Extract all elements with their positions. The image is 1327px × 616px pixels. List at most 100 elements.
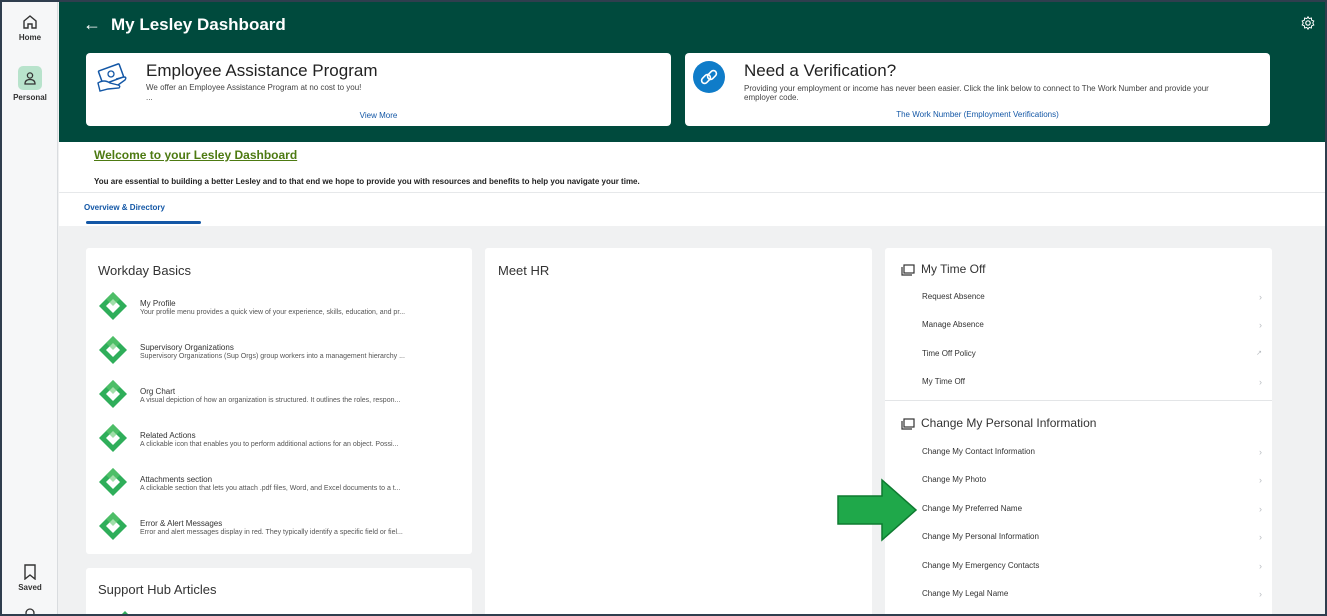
link-icon: [693, 61, 725, 93]
verification-card: Need a Verification? Providing your empl…: [685, 53, 1270, 126]
time-off-item[interactable]: My Time Off ›: [922, 368, 1262, 396]
active-tab-indicator: [86, 221, 201, 224]
workday-logo-icon: [99, 424, 127, 452]
person-icon: [18, 66, 42, 90]
page-title: My Lesley Dashboard: [111, 15, 286, 34]
personal-info-item-label: Change My Photo: [922, 475, 987, 484]
chevron-right-icon: ›: [1259, 447, 1262, 457]
section-divider: [885, 400, 1272, 401]
personal-info-item-preferred-name[interactable]: Change My Preferred Name ›: [922, 495, 1262, 523]
time-off-header: My Time Off: [901, 262, 985, 276]
basics-item-desc: Your profile menu provides a quick view …: [140, 309, 406, 316]
rail-saved[interactable]: Saved: [2, 564, 58, 592]
rail-home-label: Home: [18, 33, 42, 42]
workday-basics-panel: Workday Basics My Profile Your profile m…: [86, 248, 472, 554]
basics-item-desc: A clickable section that lets you attach…: [140, 485, 401, 492]
eap-card: Employee Assistance Program We offer an …: [86, 53, 671, 126]
personal-info-header: Change My Personal Information: [901, 416, 1096, 430]
personal-info-item-label: Change My Emergency Contacts: [922, 561, 1040, 570]
time-off-item[interactable]: Time Off Policy ↗: [922, 340, 1262, 368]
verification-text-2: employer code.: [744, 93, 799, 102]
workday-logo-icon: [99, 512, 127, 540]
chevron-right-icon: ›: [1259, 532, 1262, 542]
right-actions-panel: My Time Off Request Absence › Manage Abs…: [885, 248, 1272, 614]
workday-logo-icon: [99, 468, 127, 496]
gear-icon[interactable]: [1301, 16, 1315, 30]
basics-item-title: Org Chart: [140, 387, 176, 396]
basics-item-attachments[interactable]: Attachments section A clickable section …: [98, 467, 458, 503]
support-hub-panel: Support Hub Articles: [86, 568, 472, 614]
annotation-arrow: [837, 478, 918, 542]
time-off-item[interactable]: Request Absence ›: [922, 283, 1262, 311]
tab-overview-directory[interactable]: Overview & Directory: [84, 203, 165, 212]
back-arrow-icon[interactable]: ←: [83, 14, 101, 35]
rail-home[interactable]: Home: [2, 14, 58, 42]
workday-logo-icon: [99, 292, 127, 320]
worklet-icon: [901, 264, 915, 276]
tab-divider: [59, 192, 1325, 193]
eap-money-icon: [97, 63, 127, 92]
workday-logo-icon: [99, 336, 127, 364]
basics-item-desc: A visual depiction of how an organizatio…: [140, 397, 401, 404]
chevron-right-icon: ›: [1259, 561, 1262, 571]
basics-item-my-profile[interactable]: My Profile Your profile menu provides a …: [98, 291, 458, 327]
basics-item-org-chart[interactable]: Org Chart A visual depiction of how an o…: [98, 379, 458, 415]
personal-info-item-label: Change My Contact Information: [922, 447, 1035, 456]
home-icon: [23, 15, 37, 29]
time-off-item[interactable]: Manage Absence ›: [922, 311, 1262, 339]
personal-info-item[interactable]: Change My Photo ›: [922, 466, 1262, 494]
work-number-link[interactable]: The Work Number (Employment Verification…: [685, 110, 1270, 119]
welcome-text: You are essential to building a better L…: [94, 177, 640, 186]
time-off-item-label: My Time Off: [922, 377, 965, 386]
welcome-section: Welcome to your Lesley Dashboard You are…: [59, 142, 1325, 226]
time-off-item-label: Time Off Policy: [922, 349, 976, 358]
basics-item-related-actions[interactable]: Related Actions A clickable icon that en…: [98, 423, 458, 459]
personal-info-item[interactable]: Change My Emergency Contacts ›: [922, 552, 1262, 580]
personal-info-item[interactable]: Change My Legal Name ›: [922, 580, 1262, 608]
meet-hr-panel: Meet HR: [485, 248, 872, 614]
chevron-right-icon: ›: [1259, 320, 1262, 330]
chevron-right-icon: ›: [1259, 475, 1262, 485]
personal-info-item[interactable]: Change My Personal Information ›: [922, 523, 1262, 551]
basics-item-desc: Supervisory Organizations (Sup Orgs) gro…: [140, 353, 405, 360]
dashboard-header: ← My Lesley Dashboard Employee Assistanc…: [59, 2, 1325, 142]
personal-info-title: Change My Personal Information: [921, 416, 1097, 430]
rail-personal-label: Personal: [13, 93, 47, 102]
external-link-icon: ↗: [1256, 350, 1262, 357]
bookmark-icon: [24, 564, 36, 580]
rail-saved-label: Saved: [18, 583, 42, 592]
eap-view-more-link[interactable]: View More: [86, 111, 671, 120]
chevron-right-icon: ›: [1259, 377, 1262, 387]
eap-ellipsis: ...: [146, 93, 153, 102]
basics-item-desc: Error and alert messages display in red.…: [140, 529, 403, 536]
chevron-right-icon: ›: [1259, 292, 1262, 302]
support-hub-title: Support Hub Articles: [98, 582, 217, 597]
workday-basics-title: Workday Basics: [98, 263, 191, 278]
basics-item-desc: A clickable icon that enables you to per…: [140, 441, 399, 448]
time-off-title: My Time Off: [921, 262, 986, 276]
personal-info-item-label: Change My Preferred Name: [922, 504, 1023, 513]
rail-more[interactable]: [2, 606, 58, 614]
rail-personal[interactable]: Personal: [2, 66, 58, 102]
app-window: Home Personal Saved ← My Lesley Dashboar…: [0, 0, 1327, 616]
basics-item-sup-orgs[interactable]: Supervisory Organizations Supervisory Or…: [98, 335, 458, 371]
verification-title: Need a Verification?: [744, 61, 897, 80]
workday-logo-icon: [99, 380, 127, 408]
basics-item-error-alert[interactable]: Error & Alert Messages Error and alert m…: [98, 511, 458, 547]
personal-info-item-label: Change My Legal Name: [922, 589, 1009, 598]
verification-text-1: Providing your employment or income has …: [744, 84, 1209, 93]
basics-item-title: My Profile: [140, 299, 176, 308]
chevron-right-icon: ›: [1259, 504, 1262, 514]
eap-title: Employee Assistance Program: [146, 61, 378, 80]
personal-info-item[interactable]: Change My Contact Information ›: [922, 438, 1262, 466]
welcome-title[interactable]: Welcome to your Lesley Dashboard: [94, 148, 297, 162]
basics-item-title: Related Actions: [140, 431, 196, 440]
settings-icon: [25, 608, 35, 614]
personal-info-item-label: Change My Personal Information: [922, 532, 1039, 541]
chevron-right-icon: ›: [1259, 589, 1262, 599]
meet-hr-title: Meet HR: [498, 263, 550, 278]
time-off-item-label: Manage Absence: [922, 320, 984, 329]
basics-item-title: Attachments section: [140, 475, 213, 484]
basics-item-title: Error & Alert Messages: [140, 519, 223, 528]
worklet-icon: [901, 418, 915, 430]
